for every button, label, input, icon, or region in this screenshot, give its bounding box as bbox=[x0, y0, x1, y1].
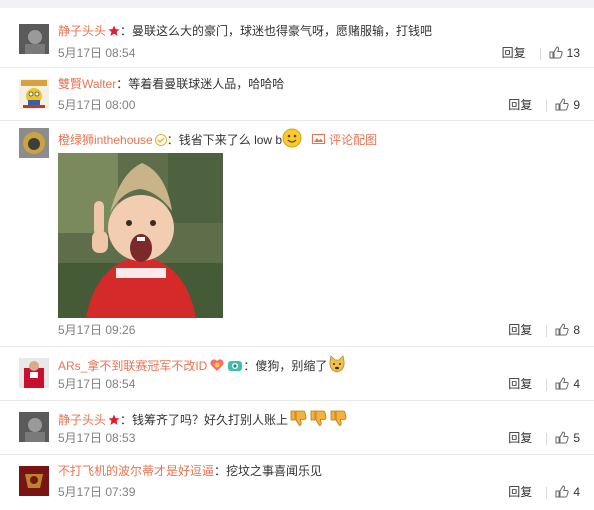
reply-button[interactable]: 回复 bbox=[508, 98, 532, 112]
comment-item: 橙绿狮inthehouse ：钱省下来了么 low b 评论配图 5月17日 0… bbox=[0, 121, 594, 347]
comment-item: 不打飞机的波尔蒂才是好逗逼：挖坟之事喜闻乐见 5月17日 07:39 回复 4 bbox=[0, 455, 594, 510]
comment-username[interactable]: 不打飞机的波尔蒂才是好逗逼 bbox=[58, 464, 214, 478]
like-count: 9 bbox=[573, 98, 580, 112]
like-count: 13 bbox=[566, 46, 580, 60]
smile-emoji-icon bbox=[282, 128, 302, 148]
like-count: 4 bbox=[573, 485, 580, 499]
comment-text: 等着看曼联球迷人品，哈哈哈 bbox=[128, 77, 285, 91]
thumbs-up-icon bbox=[555, 98, 569, 111]
star-badge-icon[interactable] bbox=[108, 25, 120, 37]
avatar[interactable] bbox=[19, 466, 49, 496]
like-count: 4 bbox=[573, 377, 580, 391]
comment-date: 5月17日 08:54 bbox=[58, 46, 136, 60]
comment-item: 雙賢Walter：等着看曼联球迷人品，哈哈哈 5月17日 08:00 回复 9 bbox=[0, 68, 594, 121]
comment-photo[interactable] bbox=[58, 153, 223, 318]
camera-badge-icon bbox=[228, 361, 243, 371]
comment-item: 静子头头 ：曼联这么大的豪门，球迷也得豪气呀，愿赌服输，打钱吧 5月17日 08:… bbox=[0, 8, 594, 68]
comment-date: 5月17日 08:00 bbox=[58, 98, 136, 112]
reply-button[interactable]: 回复 bbox=[508, 323, 532, 337]
comment-date: 5月17日 08:54 bbox=[58, 377, 136, 391]
like-button[interactable]: 4 bbox=[555, 485, 580, 499]
comment-text: 曼联这么大的豪门，球迷也得豪气呀，愿赌服输，打钱吧 bbox=[132, 24, 433, 38]
comment-username[interactable]: 橙绿狮inthehouse bbox=[58, 133, 153, 147]
avatar[interactable] bbox=[19, 358, 49, 388]
like-count: 8 bbox=[573, 323, 580, 337]
avatar[interactable] bbox=[19, 24, 49, 54]
comment-text: 傻狗，别缩了 bbox=[255, 359, 328, 373]
thumbs-down-emoji-icon bbox=[330, 410, 347, 426]
thumbs-down-emoji-icon bbox=[310, 410, 327, 426]
top-bar bbox=[0, 0, 594, 8]
comment-list: 静子头头 ：曼联这么大的豪门，球迷也得豪气呀，愿赌服输，打钱吧 5月17日 08:… bbox=[0, 8, 594, 510]
comment-text: 挖坟之事喜闻乐见 bbox=[226, 464, 323, 478]
avatar[interactable] bbox=[19, 79, 49, 109]
thumbs-down-emoji-icon bbox=[290, 410, 307, 426]
comment-item: 静子头头 ：钱筹齐了吗？好久打别人账上 5月17日 08:53 回复 5 bbox=[0, 401, 594, 455]
verified-badge-icon[interactable] bbox=[154, 134, 167, 146]
reply-button[interactable]: 回复 bbox=[508, 485, 532, 499]
like-button[interactable]: 9 bbox=[555, 98, 580, 112]
avatar[interactable] bbox=[19, 128, 49, 158]
comment-item: ARs_拿不到联赛冠军不改ID ：傻狗，别缩了 5月17日 08:54 回复 4 bbox=[0, 347, 594, 401]
like-button[interactable]: 8 bbox=[555, 323, 580, 337]
like-button[interactable]: 5 bbox=[555, 431, 580, 445]
thumbs-up-icon bbox=[555, 377, 569, 390]
fan-badge-icon bbox=[210, 359, 224, 371]
comment-date: 5月17日 09:26 bbox=[58, 323, 136, 337]
reply-button[interactable]: 回复 bbox=[508, 377, 532, 391]
comment-text: 钱省下来了么 low b bbox=[178, 133, 283, 147]
comment-date: 5月17日 08:53 bbox=[58, 431, 136, 445]
star-badge-icon[interactable] bbox=[108, 414, 120, 426]
doge-emoji-icon bbox=[329, 355, 345, 373]
comment-username[interactable]: 雙賢Walter bbox=[58, 77, 116, 91]
thumbs-up-icon bbox=[555, 431, 569, 444]
reply-button[interactable]: 回复 bbox=[508, 431, 532, 445]
like-count: 5 bbox=[573, 431, 580, 445]
comment-username[interactable]: ARs_拿不到联赛冠军不改ID bbox=[58, 359, 207, 373]
thumbs-up-icon bbox=[555, 485, 569, 498]
comment-date: 5月17日 07:39 bbox=[58, 485, 136, 499]
reply-button[interactable]: 回复 bbox=[502, 46, 526, 60]
comment-text: 钱筹齐了吗？好久打别人账上 bbox=[132, 413, 289, 427]
avatar[interactable] bbox=[19, 412, 49, 442]
comment-username[interactable]: 静子头头 bbox=[58, 413, 106, 427]
like-button[interactable]: 13 bbox=[549, 46, 580, 60]
like-button[interactable]: 4 bbox=[555, 377, 580, 391]
picture-icon bbox=[312, 134, 326, 144]
thumbs-up-icon bbox=[549, 46, 563, 59]
comment-username[interactable]: 静子头头 bbox=[58, 24, 106, 38]
comment-photo-link[interactable]: 评论配图 bbox=[329, 133, 377, 147]
thumbs-up-icon bbox=[555, 323, 569, 336]
